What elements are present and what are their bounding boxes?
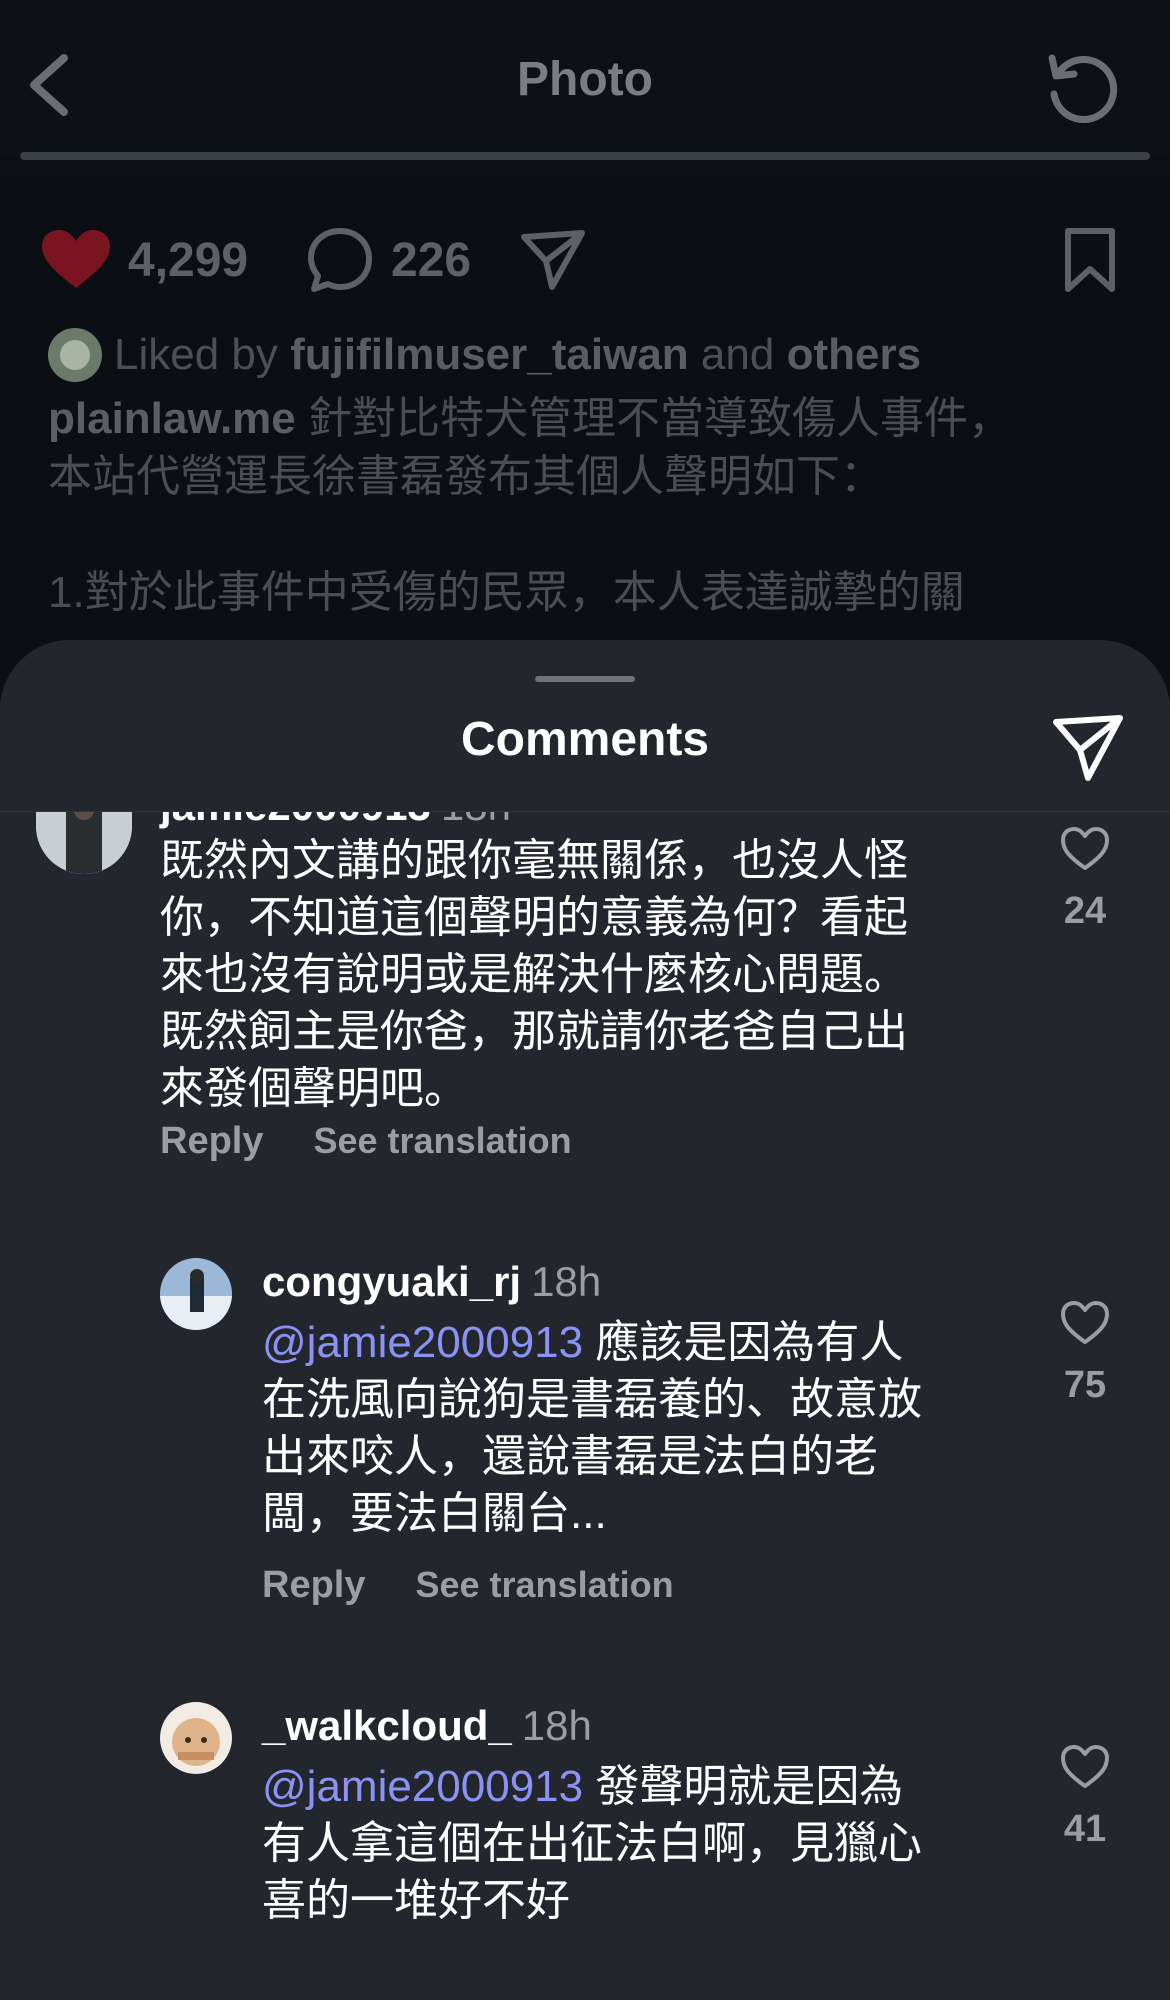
bookmark-icon — [1065, 228, 1115, 292]
comments-sheet: Comments jamie2000913 18h 既然內文講的跟你毫無關係，也沒… — [0, 640, 1170, 2000]
comment-username[interactable]: _walkcloud_ — [262, 1702, 512, 1749]
mention-link[interactable]: @jamie2000913 — [262, 1318, 583, 1367]
paper-plane-icon — [1053, 715, 1123, 781]
refresh-button[interactable] — [1042, 48, 1122, 128]
comment-bubble-icon — [308, 228, 372, 292]
heart-outline-icon — [1061, 827, 1109, 870]
comment-item: _walkcloud_ 18h @jamie2000913 發聲明就是因為 有人拿… — [0, 1702, 1170, 2000]
post-caption: plainlaw.me 針對比特犬管理不當導致傷人事件， 本站代營運長徐書磊發布… — [48, 394, 1013, 617]
comment-time: 18h — [531, 1258, 602, 1305]
comment-count: 226 — [391, 233, 472, 287]
caption-username[interactable]: plainlaw.me — [48, 394, 296, 443]
comments-title: Comments — [460, 713, 710, 766]
comment-item: jamie2000913 18h 既然內文講的跟你毫無關係，也沒人怪 你，不知道這… — [0, 812, 1170, 1162]
reply-button[interactable]: Reply — [262, 1564, 365, 1607]
comment-like-button[interactable]: 41 — [1040, 1744, 1130, 1851]
page-title: Photo — [517, 53, 653, 106]
like-button[interactable]: 4,299 — [40, 220, 248, 300]
mention-link[interactable]: @jamie2000913 — [262, 1762, 583, 1811]
see-translation-button[interactable]: See translation — [313, 1120, 571, 1163]
comments-list: jamie2000913 18h 既然內文講的跟你毫無關係，也沒人怪 你，不知道這… — [0, 812, 1170, 2000]
liked-by-username[interactable]: fujifilmuser_taiwan — [290, 330, 689, 380]
post-action-row: 4,299 226 — [40, 220, 1140, 300]
heart-outline-icon — [1061, 1301, 1109, 1344]
avatar[interactable] — [160, 1258, 232, 1330]
comment-text: 既然內文講的跟你毫無關係，也沒人怪 你，不知道這個聲明的意義為何？看起 來也沒有… — [160, 836, 908, 1113]
avatar[interactable] — [36, 812, 132, 874]
scroll-progress-track — [20, 152, 1150, 160]
see-translation-button[interactable]: See translation — [415, 1564, 673, 1607]
post-details: 4,299 226 Liked by fujifilmuser_taiwan a… — [0, 180, 1170, 680]
comment-text: @jamie2000913 應該是因為有人 在洗風向說狗是書磊養的、故意放 出來… — [262, 1318, 922, 1538]
refresh-icon — [1048, 54, 1118, 123]
sheet-drag-handle[interactable] — [535, 676, 635, 682]
comment-button[interactable]: 226 — [305, 220, 471, 300]
share-button[interactable] — [1050, 710, 1126, 786]
paper-plane-icon — [521, 230, 585, 290]
reply-button[interactable]: Reply — [160, 1120, 263, 1163]
top-navigation-bar: Photo — [0, 0, 1170, 155]
share-post-button[interactable] — [518, 220, 588, 300]
comment-like-button[interactable]: 75 — [1040, 1300, 1130, 1407]
heart-filled-icon — [42, 230, 110, 288]
comment-time: 18h — [521, 1702, 592, 1749]
comment-like-count: 41 — [1063, 1808, 1107, 1850]
save-button[interactable] — [1060, 220, 1120, 300]
like-count: 4,299 — [128, 233, 249, 287]
comment-username[interactable]: jamie2000913 — [160, 812, 431, 829]
liked-by-others[interactable]: others — [787, 330, 921, 380]
avatar[interactable] — [160, 1702, 232, 1774]
comments-sheet-header: Comments — [0, 640, 1170, 812]
heart-outline-icon — [1061, 1745, 1109, 1788]
avatar — [48, 328, 102, 382]
comment-time: 18h — [441, 812, 511, 829]
comment-username[interactable]: congyuaki_rj — [262, 1258, 521, 1305]
comment-like-count: 24 — [1063, 890, 1107, 932]
liked-by-row[interactable]: Liked by fujifilmuser_taiwan and others — [48, 328, 921, 382]
comment-like-count: 75 — [1063, 1364, 1107, 1406]
comment-text: @jamie2000913 發聲明就是因為 有人拿這個在出征法白啊，見獵心 喜的… — [262, 1762, 922, 1925]
comment-like-button[interactable]: 24 — [1040, 826, 1130, 933]
comment-item: congyuaki_rj 18h @jamie2000913 應該是因為有人 在洗… — [0, 1258, 1170, 1628]
